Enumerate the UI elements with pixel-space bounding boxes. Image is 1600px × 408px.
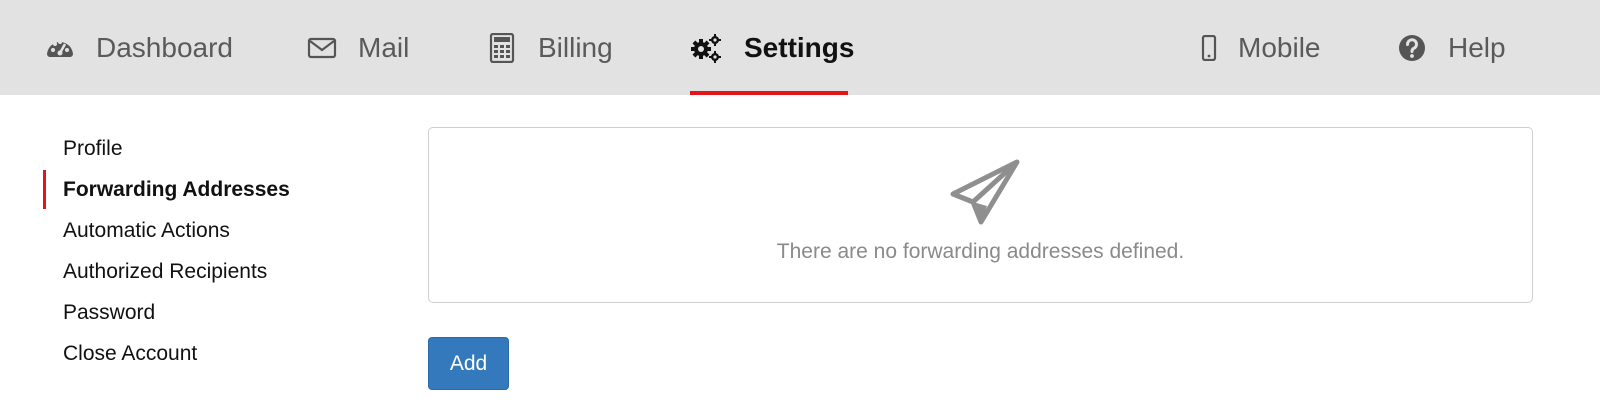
settings-sidebar: Profile Forwarding Addresses Automatic A…: [0, 128, 360, 374]
sidebar-item-profile[interactable]: Profile: [0, 128, 360, 169]
question-circle-icon: [1396, 32, 1428, 64]
nav-dashboard[interactable]: Dashboard: [44, 0, 233, 95]
sidebar-item-forwarding-addresses[interactable]: Forwarding Addresses: [0, 169, 360, 210]
sidebar-item-close-account[interactable]: Close Account: [0, 333, 360, 374]
nav-mobile[interactable]: Mobile: [1196, 0, 1320, 95]
nav-mail[interactable]: Mail: [306, 0, 409, 95]
nav-mobile-label: Mobile: [1238, 31, 1321, 63]
forwarding-addresses-empty-state: There are no forwarding addresses define…: [428, 127, 1533, 303]
nav-mail-label: Mail: [358, 31, 410, 63]
sidebar-item-automatic-actions[interactable]: Automatic Actions: [0, 210, 360, 251]
envelope-icon: [306, 32, 338, 64]
sidebar-item-password[interactable]: Password: [0, 292, 360, 333]
nav-help[interactable]: Help: [1396, 0, 1506, 95]
nav-help-label: Help: [1448, 31, 1506, 63]
paper-plane-icon: [949, 158, 1021, 226]
top-navigation-bar: Dashboard Mail Billing Settings Mobile H…: [0, 0, 1600, 95]
mobile-phone-icon: [1196, 32, 1222, 64]
tachometer-icon: [44, 32, 76, 64]
add-forwarding-address-button[interactable]: Add: [428, 337, 509, 390]
calculator-icon: [486, 32, 518, 64]
nav-billing[interactable]: Billing: [486, 0, 613, 95]
nav-billing-label: Billing: [538, 31, 613, 63]
nav-settings-label: Settings: [744, 31, 855, 63]
sidebar-item-authorized-recipients[interactable]: Authorized Recipients: [0, 251, 360, 292]
empty-state-message: There are no forwarding addresses define…: [776, 240, 1185, 263]
nav-settings[interactable]: Settings: [690, 0, 854, 95]
gears-icon: [690, 32, 722, 64]
nav-dashboard-label: Dashboard: [96, 31, 233, 63]
